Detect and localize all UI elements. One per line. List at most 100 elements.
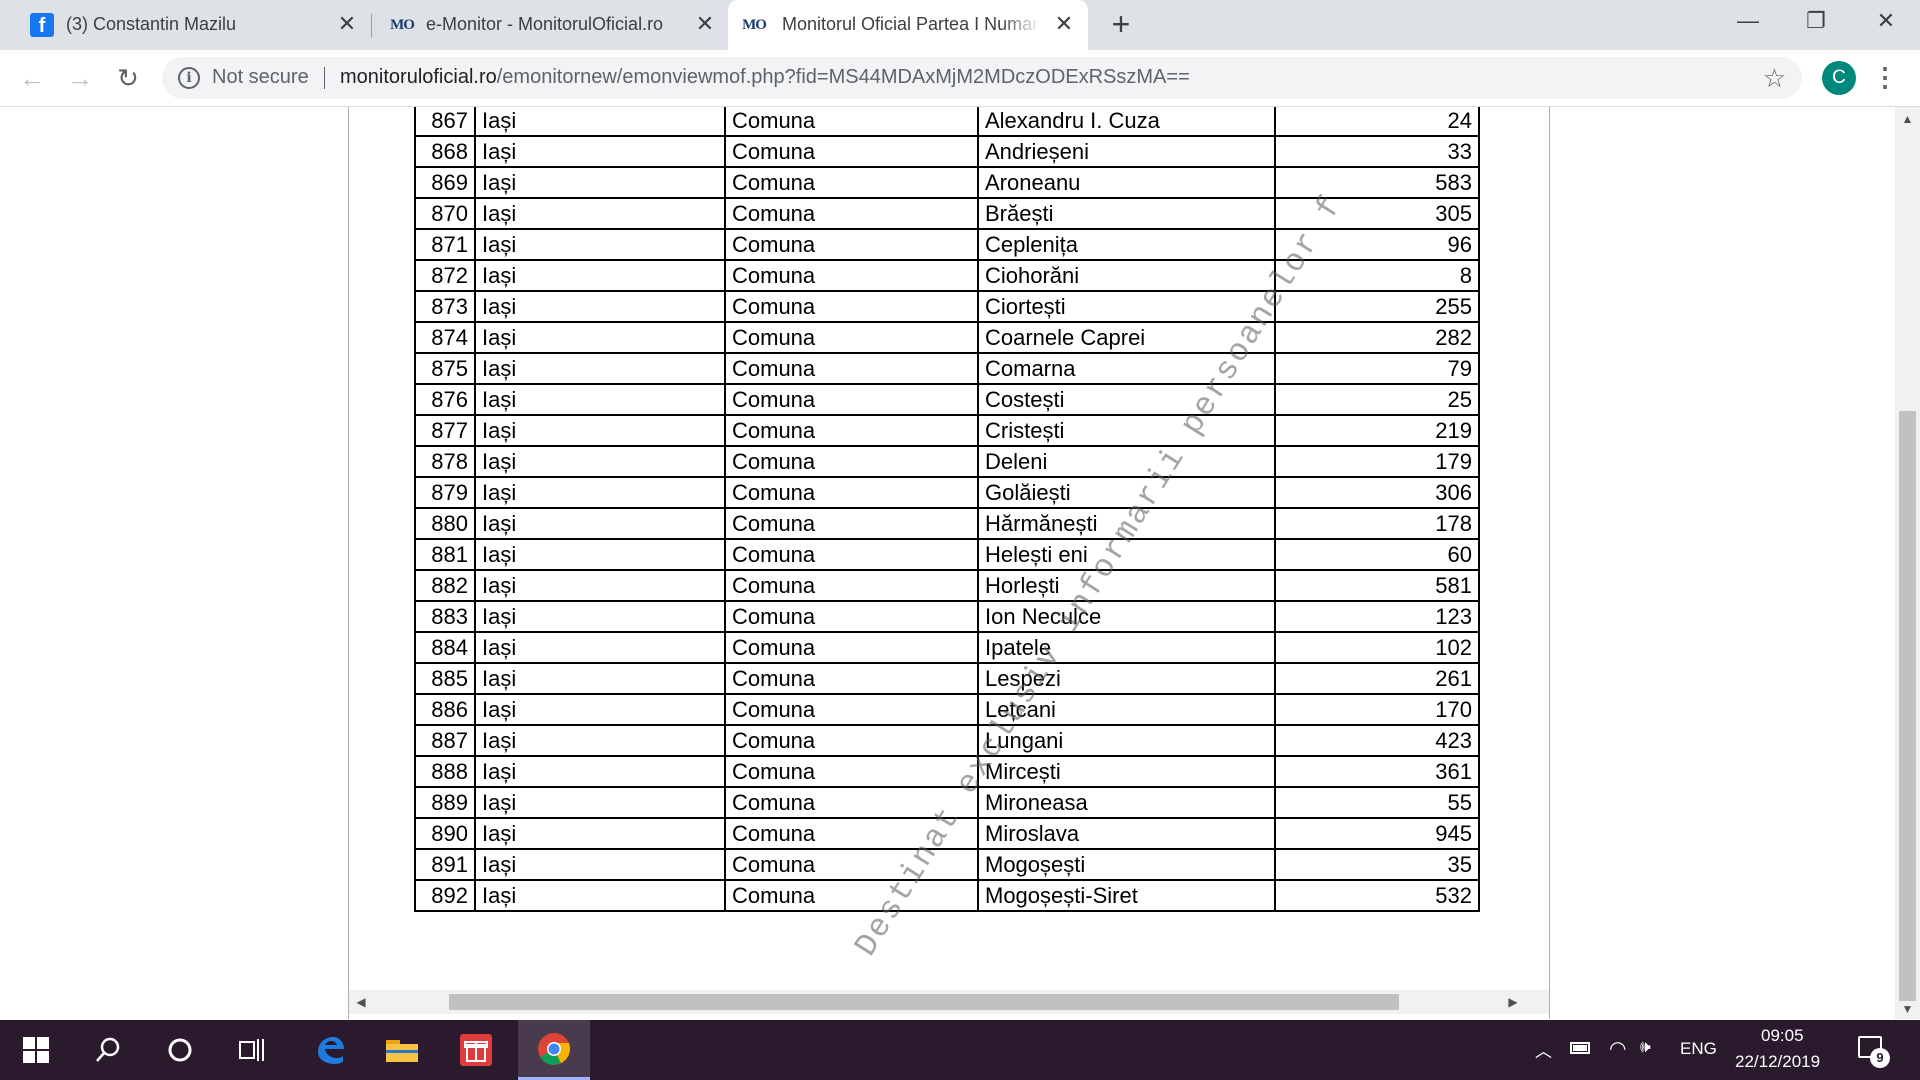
table-row: 867 Iași Comuna Alexandru I. Cuza 24 (414, 107, 1480, 137)
table-row: 874 Iași Comuna Coarnele Caprei 282 (414, 321, 1480, 354)
url-text[interactable]: monitoruloficial.ro/emonitornew/emonview… (340, 66, 1190, 89)
close-tab-icon[interactable]: ✕ (335, 12, 359, 36)
bookmark-star-icon[interactable]: ☆ (1763, 63, 1786, 94)
close-tab-icon[interactable]: ✕ (693, 12, 717, 36)
info-icon[interactable]: i (178, 67, 200, 89)
scroll-right-arrow-icon[interactable]: ▶ (1503, 992, 1523, 1012)
value-cell: 261 (1274, 662, 1480, 695)
locality-cell: Mogoșești (977, 848, 1276, 881)
value-cell: 79 (1274, 352, 1480, 385)
language-indicator[interactable]: ENG (1680, 1039, 1717, 1059)
type-cell: Comuna (724, 693, 979, 726)
row-number: 885 (414, 662, 476, 695)
table-row: 883 Iași Comuna Ion Neculce 123 (414, 600, 1480, 633)
show-hidden-icons-chevron-icon[interactable]: ︿ (1535, 1037, 1552, 1062)
tab-emonitor[interactable]: MO e-Monitor - MonitorulOficial.ro ✕ (360, 0, 728, 50)
table-row: 881 Iași Comuna Helești eni 60 (414, 538, 1480, 571)
row-number: 891 (414, 848, 476, 881)
row-number: 872 (414, 259, 476, 292)
windows-start-icon[interactable] (0, 1020, 72, 1080)
type-cell: Comuna (724, 631, 979, 664)
row-number: 876 (414, 383, 476, 416)
row-number: 871 (414, 228, 476, 261)
clock-time[interactable]: 09:05 (1761, 1026, 1804, 1046)
search-icon[interactable] (72, 1020, 144, 1080)
page-vertical-scrollbar[interactable]: ▲ ▼ (1895, 107, 1920, 1019)
chrome-icon[interactable] (518, 1020, 590, 1080)
profile-avatar[interactable]: C (1822, 61, 1856, 95)
windows-taskbar: ︿ ◠ 🕪 ENG 09:05 22/12/2019 9 (0, 1020, 1920, 1080)
type-cell: Comuna (724, 228, 979, 261)
battery-icon[interactable] (1570, 1042, 1590, 1054)
tab-title: (3) Constantin Mazilu (66, 14, 237, 34)
row-number: 870 (414, 197, 476, 230)
tab-monitorul-oficial-active[interactable]: MO Monitorul Oficial Partea I Numar ✕ (728, 0, 1088, 50)
back-arrow-icon[interactable]: ← (16, 62, 48, 94)
row-number: 886 (414, 693, 476, 726)
type-cell: Comuna (724, 662, 979, 695)
wifi-icon[interactable]: ◠ (1609, 1036, 1626, 1061)
row-number: 892 (414, 879, 476, 912)
cortana-icon[interactable] (144, 1020, 216, 1080)
type-cell: Comuna (724, 414, 979, 447)
county-cell: Iași (474, 569, 726, 602)
scroll-left-arrow-icon[interactable]: ◀ (351, 992, 371, 1012)
tab-facebook[interactable]: f (3) Constantin Mazilu ✕ (0, 0, 368, 50)
row-number: 890 (414, 817, 476, 850)
locality-cell: Deleni (977, 445, 1276, 478)
forward-arrow-icon[interactable]: → (64, 62, 96, 94)
type-cell: Comuna (724, 569, 979, 602)
pdf-horizontal-scroll-thumb[interactable] (449, 994, 1399, 1010)
volume-icon[interactable]: 🕪 (1640, 1037, 1651, 1057)
value-cell: 178 (1274, 507, 1480, 540)
type-cell: Comuna (724, 724, 979, 757)
table-row: 892 Iași Comuna Mogoșești-Siret 532 (414, 879, 1480, 912)
pdf-horizontal-scrollbar[interactable]: ◀ ▶ (349, 990, 1549, 1014)
type-cell: Comuna (724, 352, 979, 385)
browser-toolbar: ← → ↻ i Not secure monitoruloficial.ro/e… (0, 50, 1920, 107)
scroll-down-arrow-icon[interactable]: ▼ (1895, 999, 1920, 1019)
county-cell: Iași (474, 476, 726, 509)
close-window-button[interactable]: ✕ (1866, 6, 1906, 36)
gift-app-icon[interactable] (440, 1020, 512, 1080)
table-row: 875 Iași Comuna Comarna 79 (414, 352, 1480, 385)
county-cell: Iași (474, 290, 726, 323)
value-cell: 35 (1274, 848, 1480, 881)
locality-cell: Mironeasa (977, 786, 1276, 819)
locality-cell: Ciortești (977, 290, 1276, 323)
tab-strip: f (3) Constantin Mazilu ✕ MO e-Monitor -… (0, 0, 1920, 50)
value-cell: 282 (1274, 321, 1480, 354)
table-row: 879 Iași Comuna Golăiești 306 (414, 476, 1480, 509)
edge-icon[interactable] (294, 1020, 366, 1080)
close-tab-icon[interactable]: ✕ (1052, 12, 1076, 36)
value-cell: 255 (1274, 290, 1480, 323)
address-bar[interactable]: i Not secure monitoruloficial.ro/emonito… (162, 57, 1802, 99)
restore-button[interactable]: ❐ (1796, 6, 1836, 36)
value-cell: 581 (1274, 569, 1480, 602)
security-label[interactable]: Not secure (212, 66, 309, 89)
kebab-menu-icon[interactable]: ⋮ (1872, 60, 1898, 96)
value-cell: 423 (1274, 724, 1480, 757)
tab-title: e-Monitor - MonitorulOficial.ro (426, 14, 664, 34)
type-cell: Comuna (724, 107, 979, 137)
type-cell: Comuna (724, 290, 979, 323)
reload-icon[interactable]: ↻ (112, 62, 144, 94)
pdf-viewer[interactable]: 867 Iași Comuna Alexandru I. Cuza 24 868 Iași C… (348, 107, 1550, 1019)
minimize-button[interactable]: — (1728, 6, 1768, 36)
value-cell: 179 (1274, 445, 1480, 478)
row-number: 867 (414, 107, 476, 137)
type-cell: Comuna (724, 476, 979, 509)
value-cell: 60 (1274, 538, 1480, 571)
clock-date[interactable]: 22/12/2019 (1735, 1052, 1820, 1072)
file-explorer-icon[interactable] (366, 1020, 438, 1080)
value-cell: 123 (1274, 600, 1480, 633)
table-row: 876 Iași Comuna Costești 25 (414, 383, 1480, 416)
task-view-icon[interactable] (216, 1020, 288, 1080)
new-tab-button[interactable]: + (1106, 8, 1136, 40)
value-cell: 306 (1274, 476, 1480, 509)
value-cell: 361 (1274, 755, 1480, 788)
type-cell: Comuna (724, 383, 979, 416)
row-number: 880 (414, 507, 476, 540)
page-vertical-scroll-thumb[interactable] (1899, 411, 1916, 1001)
scroll-up-arrow-icon[interactable]: ▲ (1895, 109, 1920, 129)
